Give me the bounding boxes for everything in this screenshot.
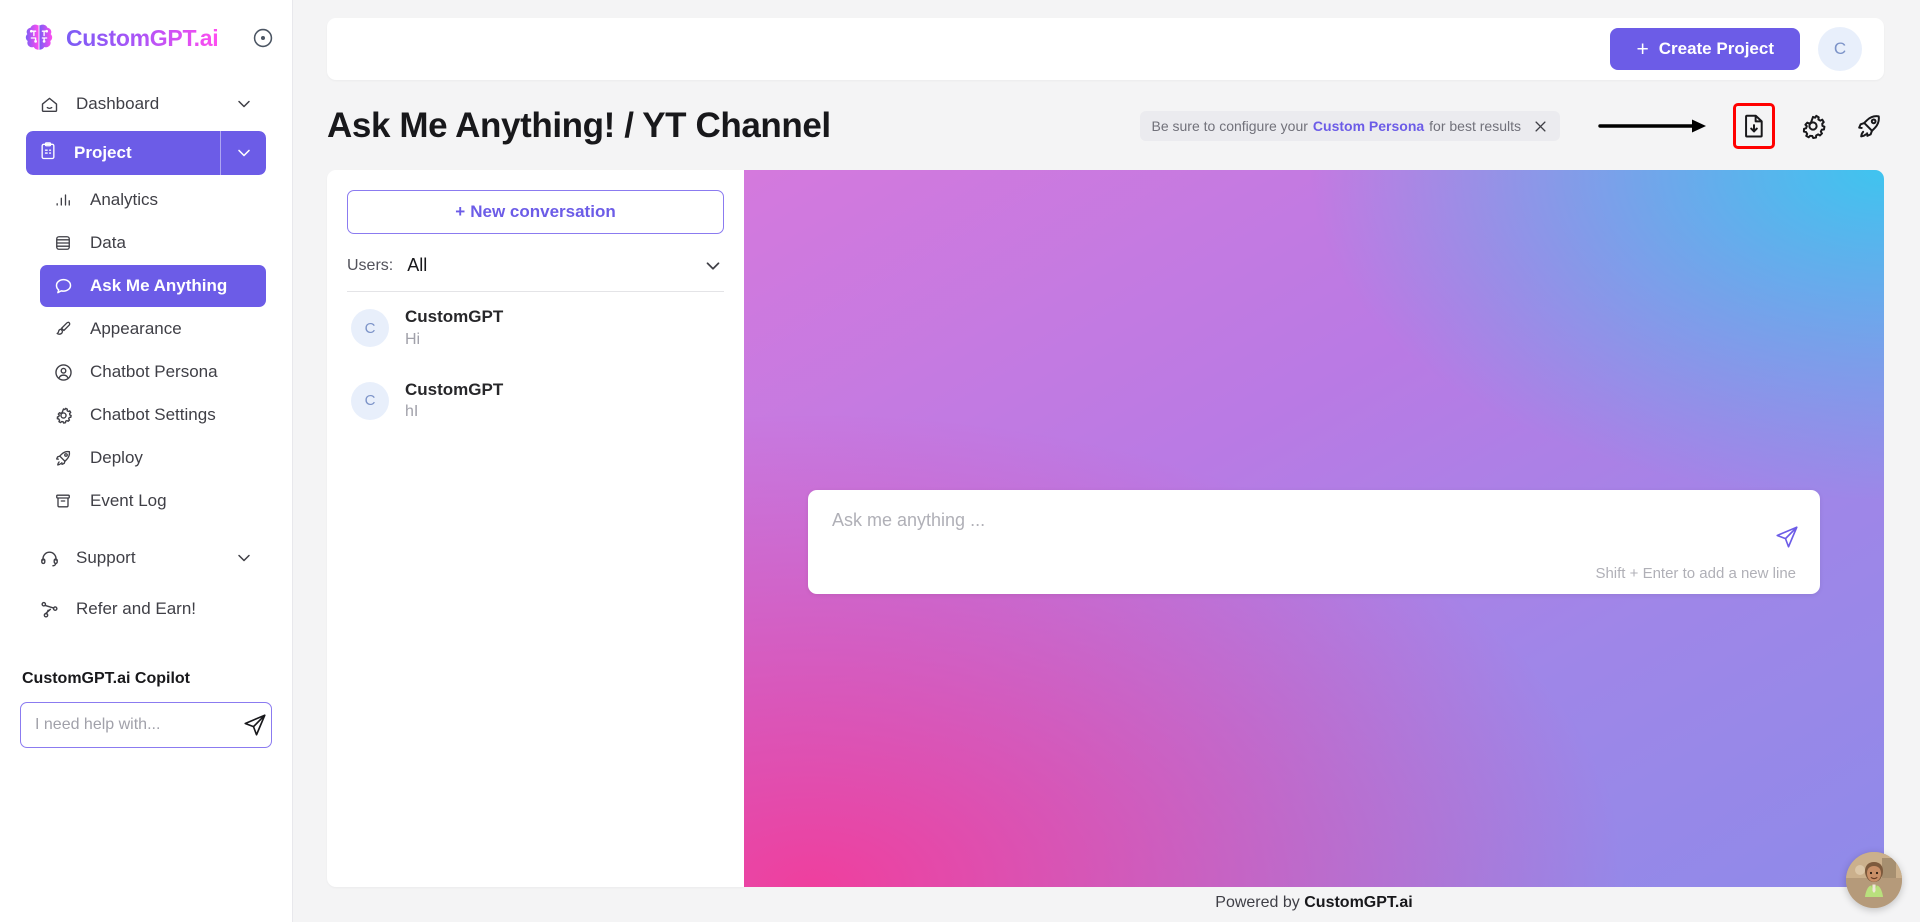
sidebar-item-label: Refer and Earn! (76, 599, 197, 618)
sidebar-item-deploy[interactable]: Deploy (40, 437, 266, 479)
sidebar-item-label: Ask Me Anything (90, 276, 228, 295)
conversation-preview: hI (405, 403, 419, 421)
copilot-title: CustomGPT.ai Copilot (22, 670, 190, 687)
persona-banner-suffix: for best results (1429, 118, 1521, 134)
header-icon-group (1598, 103, 1884, 149)
rocket-icon (52, 447, 74, 469)
sidebar-nav: Dashboard Project Analytics Data Ask Me … (0, 76, 292, 636)
conversation-list-panel: + New conversation Users: All C CustomGP… (327, 170, 744, 887)
plus-icon: + (455, 202, 466, 221)
share-nodes-icon (38, 598, 60, 620)
copilot-input[interactable] (35, 716, 242, 734)
sidebar-item-label: Data (90, 233, 126, 252)
page-title: Ask Me Anything! / YT Channel (327, 106, 831, 145)
gear-icon (52, 404, 74, 426)
sidebar-item-label: Deploy (90, 448, 143, 467)
sidebar-item-data[interactable]: Data (40, 222, 266, 264)
user-avatar[interactable]: C (1818, 27, 1862, 71)
avatar: C (351, 309, 389, 348)
user-circle-icon (52, 361, 74, 383)
users-filter-label: Users: (347, 256, 394, 274)
top-bar: + Create Project C (327, 18, 1884, 80)
sidebar-item-analytics[interactable]: Analytics (40, 179, 266, 221)
sidebar-item-label: Appearance (90, 319, 182, 338)
arrow-right-annotation (1598, 115, 1710, 137)
gear-icon[interactable] (1798, 111, 1828, 141)
list-item[interactable]: C CustomGPT Hi (347, 292, 724, 365)
content-area: + New conversation Users: All C CustomGP… (327, 170, 1884, 887)
custom-persona-link[interactable]: Custom Persona (1313, 118, 1424, 134)
sidebar-item-label: Chatbot Settings (90, 405, 216, 424)
chevron-down-icon[interactable] (234, 548, 254, 568)
sidebar-item-ask-me-anything[interactable]: Ask Me Anything (40, 265, 266, 307)
chat-input-placeholder[interactable]: Ask me anything ... (832, 510, 1796, 531)
chat-input-hint: Shift + Enter to add a new line (1595, 565, 1796, 582)
brand-name: CustomGPT.ai (66, 24, 219, 51)
bar-chart-icon (52, 189, 74, 211)
main-area: + Create Project C Ask Me Anything! / YT… (293, 0, 1920, 922)
list-item-texts: CustomGPT Hi (405, 306, 503, 351)
users-filter-value: All (407, 255, 428, 275)
page-header: Ask Me Anything! / YT Channel Be sure to… (327, 100, 1884, 152)
conversation-name: CustomGPT (405, 307, 504, 326)
sidebar-item-label: Analytics (90, 190, 159, 209)
database-icon (52, 232, 74, 254)
list-item-texts: CustomGPT hI (405, 379, 503, 424)
new-conversation-label: New conversation (470, 202, 616, 221)
sidebar-item-label: Event Log (90, 491, 167, 510)
avatar: C (351, 381, 389, 420)
conversation-preview: Hi (405, 330, 421, 348)
close-icon[interactable] (1533, 119, 1548, 134)
chevron-down-icon[interactable] (702, 255, 724, 277)
send-icon[interactable] (242, 712, 268, 738)
sidebar-item-refer-and-earn[interactable]: Refer and Earn! (26, 585, 266, 633)
powered-by-prefix: Powered by (1215, 894, 1300, 911)
copilot-section: CustomGPT.ai Copilot (0, 670, 292, 748)
persona-banner-prefix: Be sure to configure your (1151, 118, 1308, 134)
new-conversation-button[interactable]: + New conversation (347, 190, 724, 234)
persona-banner: Be sure to configure your Custom Persona… (1139, 111, 1560, 141)
copilot-input-wrapper[interactable] (20, 702, 272, 748)
conversation-name: CustomGPT (405, 379, 504, 399)
create-project-label: Create Project (1658, 39, 1774, 58)
sidebar-item-appearance[interactable]: Appearance (40, 308, 266, 350)
plus-icon: + (1636, 37, 1649, 61)
archive-icon (52, 490, 74, 512)
sidebar-item-label: Chatbot Persona (90, 362, 218, 381)
sidebar-item-event-log[interactable]: Event Log (40, 480, 266, 522)
sidebar-item-chatbot-persona[interactable]: Chatbot Persona (40, 351, 266, 393)
app-root: CustomGPT.ai Dashboard Project Analytics… (0, 0, 1920, 922)
chat-bubble-icon (52, 275, 74, 297)
sidebar-item-dashboard[interactable]: Dashboard (26, 79, 266, 127)
headset-icon (38, 547, 60, 569)
customgpt-brain-logo-icon (22, 21, 56, 55)
chat-widget-avatar[interactable] (1846, 852, 1902, 908)
download-file-icon[interactable] (1733, 103, 1775, 149)
list-item[interactable]: C CustomGPT hI (347, 365, 724, 438)
sidebar-item-project-main[interactable]: Project (26, 131, 220, 175)
chevron-down-icon[interactable] (234, 94, 254, 114)
sidebar-item-support[interactable]: Support (26, 534, 266, 582)
sidebar-item-project[interactable]: Project (26, 131, 266, 175)
chat-preview-panel: Ask me anything ... Shift + Enter to add… (744, 170, 1884, 887)
send-icon[interactable] (1774, 524, 1800, 550)
clipboard-icon (38, 141, 58, 166)
home-icon (38, 93, 60, 115)
brand-row: CustomGPT.ai (0, 0, 292, 76)
users-filter[interactable]: Users: All (347, 240, 724, 292)
sidebar-item-chatbot-settings[interactable]: Chatbot Settings (40, 394, 266, 436)
sidebar: CustomGPT.ai Dashboard Project Analytics… (0, 0, 293, 922)
sidebar-item-label: Dashboard (76, 94, 160, 113)
rocket-icon[interactable] (1854, 111, 1884, 141)
sidebar-item-label: Support (76, 548, 136, 567)
create-project-button[interactable]: + Create Project (1610, 28, 1800, 70)
project-chevron-down-icon[interactable] (220, 131, 266, 175)
help-circle-icon[interactable] (252, 27, 274, 49)
paintbrush-icon (52, 318, 74, 340)
powered-by-brand: CustomGPT.ai (1304, 894, 1413, 911)
chat-input-card[interactable]: Ask me anything ... Shift + Enter to add… (808, 490, 1820, 594)
sidebar-item-label: Project (74, 143, 132, 162)
